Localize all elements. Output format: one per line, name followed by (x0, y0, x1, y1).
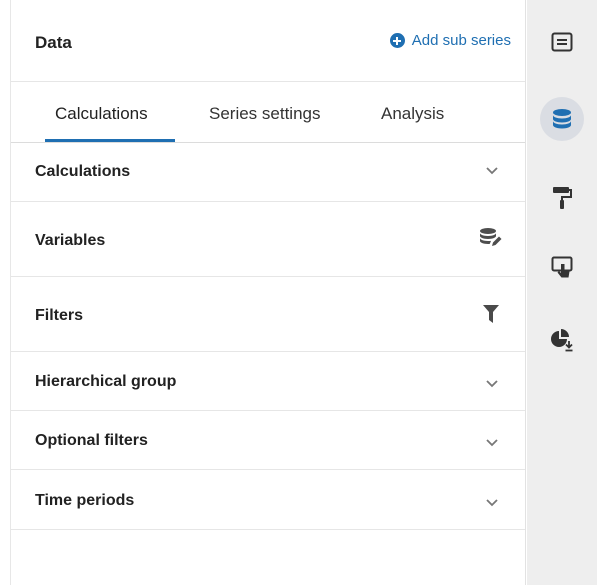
chevron-down-icon[interactable] (485, 435, 499, 453)
data-panel: Data Add sub series Calculations Series … (10, 0, 526, 585)
side-rail (527, 0, 597, 585)
touch-screen-icon[interactable] (540, 246, 584, 290)
paint-roller-icon[interactable] (540, 176, 584, 220)
chevron-down-icon[interactable] (485, 376, 499, 394)
app: Data Add sub series Calculations Series … (0, 0, 597, 585)
pie-chart-download-icon[interactable] (540, 318, 584, 362)
section-label: Calculations (35, 163, 131, 180)
filter-icon[interactable] (483, 305, 499, 328)
tab-series-settings[interactable]: Series settings (209, 104, 321, 124)
section-time-periods[interactable]: Time periods (11, 470, 525, 530)
list-card-icon[interactable] (540, 20, 584, 64)
chevron-down-icon[interactable] (485, 495, 499, 513)
active-tab-indicator (45, 139, 175, 142)
section-label: Filters (35, 307, 84, 324)
add-sub-series-label: Add sub series (411, 32, 511, 49)
add-sub-series-button[interactable]: Add sub series (389, 32, 511, 49)
chevron-down-icon[interactable] (485, 163, 499, 181)
section-label: Hierarchical group (35, 373, 177, 390)
plus-circle-icon (389, 33, 405, 48)
section-label: Variables (35, 232, 106, 249)
section-variables[interactable]: Variables (11, 202, 525, 277)
panel-header: Data Add sub series (11, 0, 525, 82)
section-label: Time periods (35, 492, 135, 509)
section-label: Optional filters (35, 432, 148, 449)
section-calculations[interactable]: Calculations (11, 143, 525, 202)
section-hierarchical-group[interactable]: Hierarchical group (11, 352, 525, 411)
database-icon[interactable] (540, 97, 584, 141)
section-filters[interactable]: Filters (11, 277, 525, 352)
tab-analysis[interactable]: Analysis (381, 104, 444, 124)
section-optional-filters[interactable]: Optional filters (11, 411, 525, 470)
tab-calculations[interactable]: Calculations (55, 104, 148, 124)
panel-title: Data (35, 33, 72, 52)
database-edit-icon[interactable] (479, 226, 503, 255)
tab-bar: Calculations Series settings Analysis (11, 82, 525, 143)
